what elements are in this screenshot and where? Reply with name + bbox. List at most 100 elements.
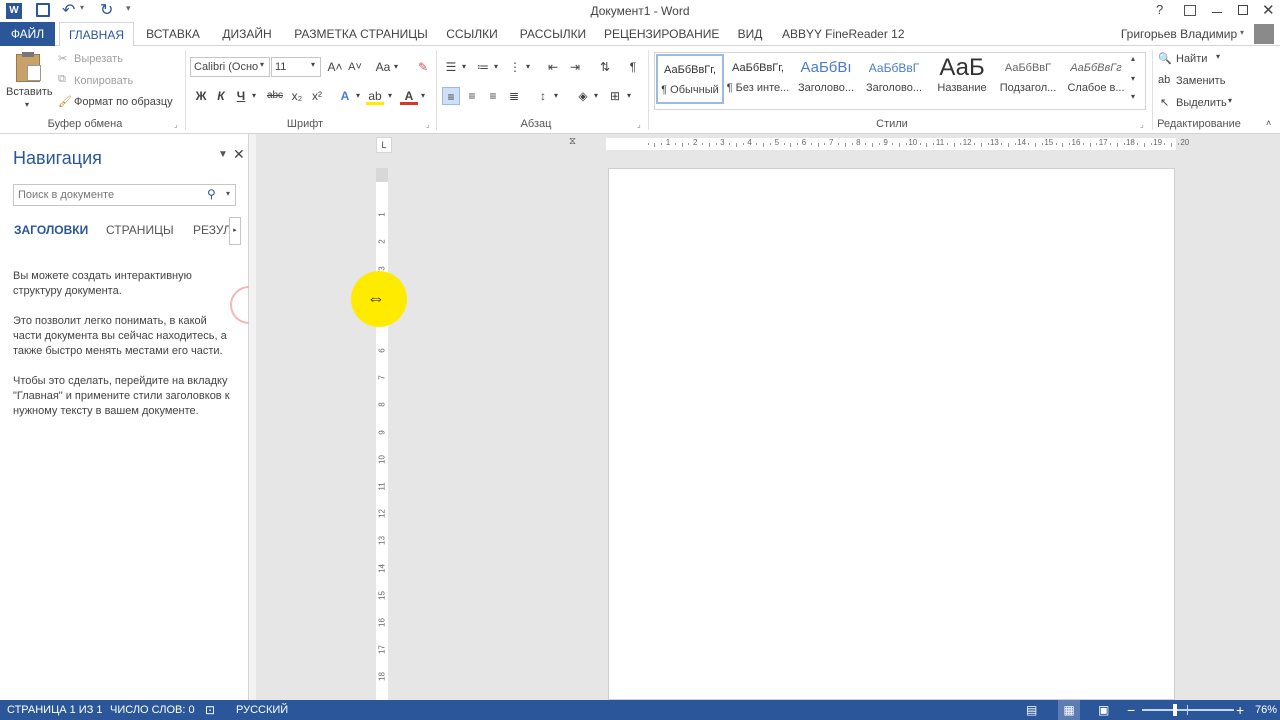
- change-case-dropdown-icon[interactable]: ▾: [394, 62, 398, 71]
- align-center-icon[interactable]: ≡: [463, 87, 481, 105]
- language[interactable]: РУССКИЙ: [236, 700, 288, 720]
- style-normal[interactable]: АаБбВвГг, ¶ Обычный: [656, 54, 724, 104]
- document-page[interactable]: [608, 168, 1175, 700]
- multilevel-list-icon[interactable]: ⋮: [506, 58, 524, 76]
- align-right-icon[interactable]: ≡: [484, 87, 502, 105]
- user-name[interactable]: Григорьев Владимир: [1120, 22, 1238, 46]
- bullets-dropdown-icon[interactable]: ▾: [462, 62, 466, 71]
- redo-icon[interactable]: ↻: [100, 0, 113, 20]
- restore-icon[interactable]: [1238, 5, 1248, 15]
- word-icon[interactable]: W: [6, 3, 22, 19]
- copy-button[interactable]: Копировать: [74, 75, 133, 87]
- cut-button[interactable]: Вырезать: [74, 53, 123, 65]
- multilevel-dropdown-icon[interactable]: ▾: [526, 62, 530, 71]
- shrink-font-icon[interactable]: A˅: [346, 58, 364, 76]
- text-effects-icon[interactable]: A: [336, 87, 354, 105]
- tab-stop-selector[interactable]: L: [376, 137, 392, 153]
- clear-formatting-icon[interactable]: ✎: [414, 58, 432, 76]
- text-effects-dropdown-icon[interactable]: ▾: [356, 91, 360, 100]
- style-heading-1[interactable]: АаБбВı Заголово...: [792, 54, 860, 104]
- tab-references[interactable]: ССЫЛКИ: [441, 22, 503, 46]
- clipboard-launcher-icon[interactable]: ⌟: [174, 120, 178, 129]
- paste-button[interactable]: Вставить ▾: [4, 52, 53, 114]
- tab-insert[interactable]: ВСТАВКА: [141, 22, 205, 46]
- superscript-button[interactable]: x²: [308, 87, 326, 105]
- strikethrough-button[interactable]: abc: [264, 87, 286, 105]
- decrease-indent-icon[interactable]: ⇤: [544, 58, 562, 76]
- read-mode-icon[interactable]: ▤: [1026, 700, 1037, 720]
- numbering-icon[interactable]: ≔: [474, 58, 492, 76]
- font-size-dropdown-icon[interactable]: ▾: [311, 60, 315, 69]
- proofing-icon[interactable]: ⊡: [205, 700, 215, 720]
- line-spacing-dropdown-icon[interactable]: ▾: [554, 91, 558, 100]
- format-painter-button[interactable]: Формат по образцу: [74, 96, 173, 108]
- align-left-icon[interactable]: ≡: [442, 87, 460, 105]
- styles-scroll-down-icon[interactable]: ▾: [1131, 74, 1135, 83]
- tab-mailings[interactable]: РАССЫЛКИ: [514, 22, 592, 46]
- tab-design[interactable]: ДИЗАЙН: [215, 22, 279, 46]
- line-spacing-icon[interactable]: ↕: [534, 87, 552, 105]
- close-icon[interactable]: ✕: [1262, 1, 1275, 19]
- highlight-dropdown-icon[interactable]: ▾: [388, 91, 392, 100]
- highlight-icon[interactable]: ab: [366, 87, 384, 105]
- find-button[interactable]: Найти: [1176, 53, 1207, 65]
- ribbon-display-icon[interactable]: [1184, 5, 1196, 16]
- nav-tab-results[interactable]: РЕЗУЛЬ: [193, 223, 229, 237]
- page-count[interactable]: СТРАНИЦА 1 ИЗ 1: [7, 700, 103, 720]
- style-title[interactable]: АаБ Название: [928, 54, 996, 104]
- underline-dropdown-icon[interactable]: ▾: [252, 91, 256, 100]
- tab-abbyy[interactable]: ABBYY FineReader 12: [782, 22, 905, 46]
- font-launcher-icon[interactable]: ⌟: [426, 120, 430, 129]
- print-layout-icon[interactable]: ▦: [1058, 700, 1080, 720]
- style-subtle-emphasis[interactable]: АаБбВвГг Слабое в...: [1062, 54, 1130, 104]
- tab-view[interactable]: ВИД: [730, 22, 770, 46]
- replace-button[interactable]: Заменить: [1176, 75, 1225, 87]
- styles-more-icon[interactable]: ▾: [1131, 92, 1135, 101]
- word-count[interactable]: ЧИСЛО СЛОВ: 0: [110, 700, 195, 720]
- borders-icon[interactable]: ⊞: [606, 87, 624, 105]
- font-color-dropdown-icon[interactable]: ▾: [421, 91, 425, 100]
- style-heading-2[interactable]: АаБбВвГ Заголово...: [860, 54, 928, 104]
- pilcrow-icon[interactable]: ¶: [624, 58, 642, 76]
- vertical-ruler[interactable]: 12345678910111213141516171819: [376, 168, 388, 709]
- tab-home[interactable]: ГЛАВНАЯ: [59, 22, 134, 47]
- font-name-dropdown-icon[interactable]: ▾: [260, 60, 264, 69]
- shading-icon[interactable]: ◈: [574, 87, 592, 105]
- font-color-icon[interactable]: A: [400, 87, 418, 105]
- collapse-ribbon-icon[interactable]: ˄: [1266, 118, 1271, 128]
- undo-dropdown-icon[interactable]: ▾: [80, 3, 84, 12]
- select-dropdown-icon[interactable]: ▾: [1228, 96, 1232, 105]
- tab-layout[interactable]: РАЗМЕТКА СТРАНИЦЫ: [292, 22, 430, 46]
- subscript-button[interactable]: x₂: [288, 87, 306, 105]
- justify-icon[interactable]: ≣: [505, 87, 523, 105]
- nav-close-icon[interactable]: ✕: [233, 146, 245, 163]
- grow-font-icon[interactable]: A˄: [326, 58, 344, 76]
- search-input[interactable]: Поиск в документе ⚲ ▾: [13, 184, 236, 206]
- minimize-icon[interactable]: [1212, 12, 1222, 13]
- web-layout-icon[interactable]: ▣: [1098, 700, 1109, 720]
- user-dropdown-icon[interactable]: ▾: [1240, 28, 1244, 37]
- tab-review[interactable]: РЕЦЕНЗИРОВАНИЕ: [604, 22, 719, 46]
- horizontal-ruler[interactable]: 1 2 3 4 5 6 7 8 9 10 11 12 13 14 15 16 17 18 19 20: [606, 138, 1189, 150]
- change-case-button[interactable]: Aa: [372, 58, 394, 76]
- find-dropdown-icon[interactable]: ▾: [1216, 52, 1220, 61]
- zoom-in-icon[interactable]: +: [1236, 700, 1244, 720]
- tab-file[interactable]: ФАЙЛ: [0, 22, 55, 46]
- paragraph-launcher-icon[interactable]: ⌟: [637, 120, 641, 129]
- numbering-dropdown-icon[interactable]: ▾: [494, 62, 498, 71]
- search-icon[interactable]: ⚲: [207, 187, 216, 201]
- sort-icon[interactable]: ⇅: [596, 58, 614, 76]
- shading-dropdown-icon[interactable]: ▾: [594, 91, 598, 100]
- select-button[interactable]: Выделить: [1176, 97, 1227, 109]
- avatar[interactable]: [1254, 24, 1274, 44]
- underline-button[interactable]: Ч: [232, 87, 250, 105]
- nav-tab-headings[interactable]: ЗАГОЛОВКИ: [14, 223, 88, 237]
- help-icon[interactable]: ?: [1156, 2, 1163, 17]
- borders-dropdown-icon[interactable]: ▾: [627, 91, 631, 100]
- nav-options-icon[interactable]: ▼: [218, 149, 228, 160]
- zoom-out-icon[interactable]: −: [1127, 700, 1135, 720]
- bold-button[interactable]: Ж: [192, 87, 210, 105]
- nav-tab-pages[interactable]: СТРАНИЦЫ: [106, 223, 174, 237]
- undo-icon[interactable]: ↶: [62, 0, 75, 20]
- style-subtitle[interactable]: АаБбВвГ Подзагол...: [994, 54, 1062, 104]
